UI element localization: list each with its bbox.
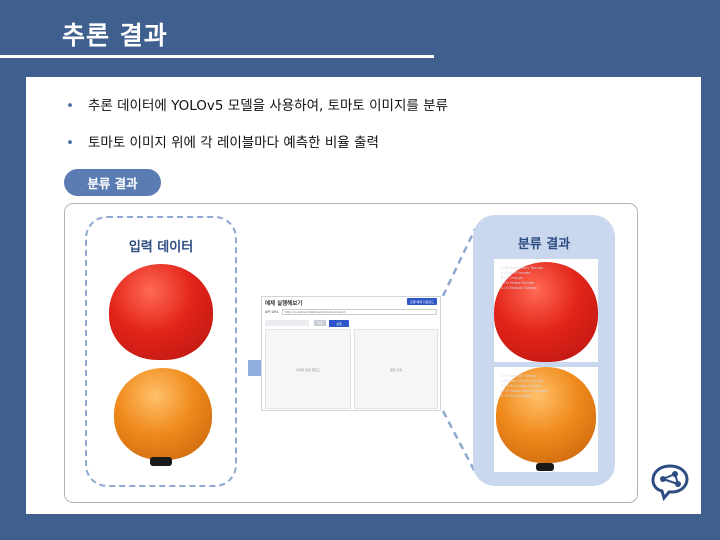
result-frame: 입력 데이터 예제 실행해보기 모델 예제 다운로드 API URL http:…: [64, 203, 638, 503]
section-pill: 분류 결과: [64, 169, 161, 196]
bullet-text: 추론 데이터에 YOLOv5 모델을 사용하여, 토마토 이미지를 분류: [88, 98, 448, 114]
app-file-input[interactable]: [265, 320, 309, 326]
app-input-pane: 이미지 파일 업로드: [265, 329, 351, 409]
bullet-item: • 추론 데이터에 YOLOv5 모델을 사용하여, 토마토 이미지를 분류: [66, 94, 448, 114]
result-image-orange: 0.99 Orange Tomato 0.00 Red Cherry Tomat…: [494, 367, 598, 472]
app-url-input[interactable]: http://localhost:8000/api/tomato/predict: [282, 309, 437, 315]
detection-labels: 0.99 Red Cherry Tomato 0.00 Red Tomato 0…: [501, 266, 543, 291]
red-tomato-image: [109, 264, 213, 360]
tomato-stem: [150, 457, 172, 466]
result-image-red: 0.99 Red Cherry Tomato 0.00 Red Tomato 0…: [494, 259, 598, 362]
app-file-button[interactable]: 파일: [314, 320, 326, 326]
app-title: 예제 실행해보기: [265, 301, 303, 307]
app-input-pane-text: 이미지 파일 업로드: [296, 368, 320, 372]
title-underline: [0, 55, 434, 58]
bullet-item: • 토마토 이미지 위에 각 레이블마다 예측한 비율 출력: [66, 131, 379, 151]
app-url-label: API URL: [265, 310, 279, 314]
detection-label: 0.00 Maroon Tomato: [501, 286, 537, 290]
app-output-pane: 결과 출력: [354, 329, 438, 409]
app-output-pane-text: 결과 출력: [390, 368, 402, 372]
input-data-label: 입력 데이터: [128, 240, 194, 255]
slide-title: 추론 결과: [62, 21, 168, 50]
classification-result-label: 분류 결과: [517, 237, 571, 252]
bullet-text: 토마토 이미지 위에 각 레이블마다 예측한 비율 출력: [88, 135, 379, 151]
content-panel: • 추론 데이터에 YOLOv5 모델을 사용하여, 토마토 이미지를 분류 • 토…: [26, 77, 701, 514]
app-window-screenshot: 예제 실행해보기 모델 예제 다운로드 API URL http://local…: [261, 296, 441, 411]
tomato-stem: [536, 463, 554, 471]
input-data-box: 입력 데이터: [85, 216, 237, 487]
bullet-dot: •: [66, 135, 74, 151]
classification-result-box: 분류 결과 0.99 Red Cherry Tomato 0.00 Red To…: [473, 215, 615, 486]
detection-labels: 0.99 Orange Tomato 0.00 Red Cherry Tomat…: [501, 374, 547, 399]
app-header-button[interactable]: 모델 예제 다운로드: [407, 298, 437, 305]
orange-tomato-image: [114, 368, 212, 460]
detection-label: 0.00 Red Tomato: [501, 394, 531, 398]
app-run-button[interactable]: 실행: [329, 320, 349, 327]
bullet-dot: •: [66, 98, 74, 114]
brain-network-icon: [651, 464, 689, 502]
